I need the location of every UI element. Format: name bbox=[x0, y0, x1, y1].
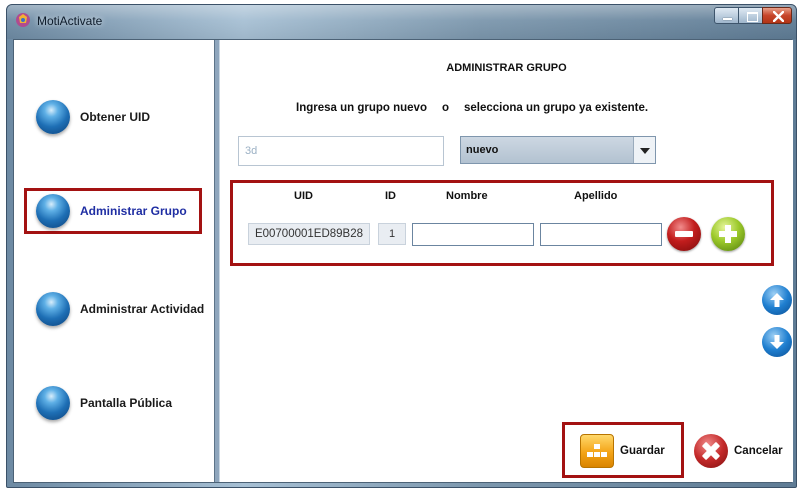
sidebar-item-label: Administrar Actividad bbox=[80, 302, 205, 316]
title-bar[interactable]: MotiActivate bbox=[7, 5, 796, 39]
move-down-button[interactable] bbox=[762, 327, 792, 357]
sidebar-item-label: Administrar Grupo bbox=[80, 204, 187, 218]
save-button-label: Guardar bbox=[620, 445, 665, 457]
sidebar-item-label: Obtener UID bbox=[80, 110, 151, 124]
remove-row-button[interactable] bbox=[667, 217, 701, 251]
app-icon bbox=[16, 13, 30, 27]
id-field: 1 bbox=[378, 223, 406, 245]
group-select[interactable]: nuevo bbox=[460, 136, 656, 164]
close-icon bbox=[773, 11, 784, 22]
close-button[interactable] bbox=[762, 7, 792, 24]
blue-orb-icon bbox=[36, 292, 70, 326]
save-button[interactable]: Guardar bbox=[580, 434, 680, 468]
instruction-or-text: o bbox=[442, 102, 450, 114]
column-header-apellido: Apellido bbox=[574, 190, 618, 202]
sidebar-item-administrar-grupo[interactable]: Administrar Grupo bbox=[24, 192, 214, 232]
nombre-input[interactable] bbox=[412, 223, 534, 246]
sidebar-item-pantalla-publica[interactable]: Pantalla Pública bbox=[24, 384, 214, 424]
page-title: ADMINISTRAR GRUPO bbox=[446, 62, 567, 74]
maximize-button[interactable] bbox=[738, 7, 763, 24]
group-select-value: nuevo bbox=[466, 144, 499, 156]
move-up-button[interactable] bbox=[762, 285, 792, 315]
cancel-button[interactable]: Cancelar bbox=[694, 434, 794, 468]
save-icon bbox=[580, 434, 614, 468]
blue-orb-icon bbox=[36, 386, 70, 420]
chevron-down-icon[interactable] bbox=[633, 137, 655, 163]
instruction-text: Ingresa un grupo nuevo bbox=[296, 102, 427, 114]
minimize-button[interactable] bbox=[714, 7, 739, 24]
sidebar-item-administrar-actividad[interactable]: Administrar Actividad bbox=[24, 290, 214, 330]
blue-orb-icon bbox=[36, 194, 70, 228]
x-circle-icon bbox=[694, 434, 728, 468]
client-area: Obtener UID Administrar Grupo Administra… bbox=[13, 39, 793, 483]
column-header-id: ID bbox=[385, 190, 396, 202]
uid-field: E00700001ED89B28 bbox=[248, 223, 370, 245]
new-group-input[interactable] bbox=[238, 136, 444, 166]
sidebar-item-label: Pantalla Pública bbox=[80, 396, 173, 410]
arrow-up-icon bbox=[770, 293, 784, 307]
main-panel: ADMINISTRAR GRUPO Ingresa un grupo nuevo… bbox=[220, 40, 793, 482]
apellido-input[interactable] bbox=[540, 223, 662, 246]
sidebar: Obtener UID Administrar Grupo Administra… bbox=[14, 40, 214, 482]
cancel-button-label: Cancelar bbox=[734, 445, 783, 457]
column-header-uid: UID bbox=[294, 190, 313, 202]
window-title: MotiActivate bbox=[37, 14, 103, 28]
add-row-button[interactable] bbox=[711, 217, 745, 251]
app-window: MotiActivate Obtener UID Administrar Gru… bbox=[6, 4, 797, 488]
blue-orb-icon bbox=[36, 100, 70, 134]
sidebar-item-obtener-uid[interactable]: Obtener UID bbox=[24, 98, 214, 138]
arrow-down-icon bbox=[770, 335, 784, 349]
instruction-text-secondary: selecciona un grupo ya existente. bbox=[464, 102, 649, 114]
column-header-nombre: Nombre bbox=[446, 190, 488, 202]
